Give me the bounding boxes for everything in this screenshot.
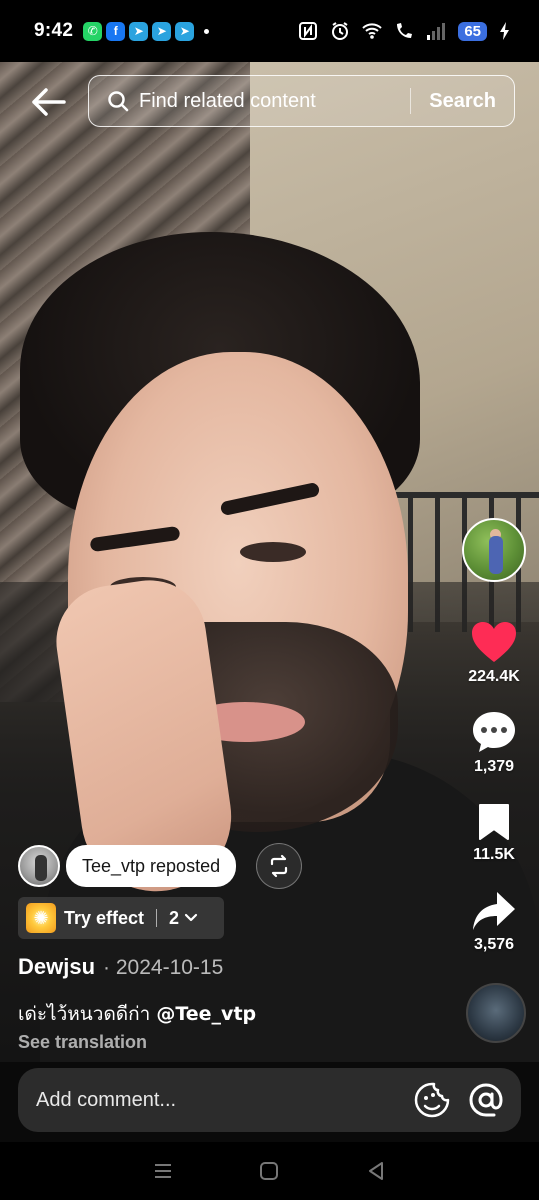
author-row: Dewjsu · 2024-10-15	[18, 954, 223, 980]
more-notifications-dot	[204, 28, 210, 34]
heart-icon	[472, 622, 516, 662]
try-effect-button[interactable]: ✺ Try effect 2	[18, 897, 224, 939]
comment-input-bar[interactable]: Add comment...	[18, 1068, 521, 1132]
share-arrow-icon	[473, 892, 515, 930]
comment-button[interactable]: 1,379	[462, 710, 526, 776]
post-date: · 2024-10-15	[103, 956, 224, 979]
like-button[interactable]: 224.4K	[462, 620, 526, 686]
mention-at-icon[interactable]	[467, 1081, 505, 1119]
telegram-icon: ➤	[175, 21, 195, 41]
nfc-icon	[299, 22, 318, 40]
share-button[interactable]: 3,576	[462, 890, 526, 954]
notification-icons: ✆ f ➤ ➤ ➤	[83, 21, 210, 41]
home-square-icon[interactable]	[258, 1160, 280, 1182]
wifi-icon	[362, 23, 383, 39]
caption: เด่ะไว้หนวดดีก่า @Tee_vtp	[18, 999, 256, 1029]
video-eye-right	[240, 542, 306, 562]
back-arrow-icon[interactable]	[28, 86, 68, 118]
search-input[interactable]: Find related content	[139, 90, 410, 113]
search-button[interactable]: Search	[411, 90, 514, 113]
music-disc[interactable]	[466, 983, 526, 1043]
like-count: 224.4K	[468, 668, 520, 685]
caption-text: เด่ะไว้หนวดดีก่า	[18, 1003, 157, 1025]
effect-label: Try effect	[64, 907, 145, 928]
emoji-icon[interactable]	[413, 1081, 451, 1119]
reposter-avatar[interactable]	[18, 845, 60, 887]
share-count: 3,576	[473, 936, 515, 953]
facebook-icon: f	[106, 21, 126, 41]
recents-menu-icon[interactable]	[152, 1160, 174, 1182]
comment-bubble-icon	[473, 712, 515, 752]
save-button[interactable]: 11.5K	[462, 802, 526, 864]
repost-icon	[270, 854, 288, 878]
repost-button[interactable]	[256, 843, 303, 889]
system-nav-bar	[0, 1142, 539, 1200]
comment-input[interactable]: Add comment...	[36, 1089, 413, 1112]
bookmark-icon	[479, 804, 509, 840]
battery-indicator: 65	[458, 21, 487, 41]
see-translation-link[interactable]: See translation	[18, 1032, 147, 1053]
creator-avatar[interactable]	[462, 518, 526, 582]
chevron-down-icon	[184, 913, 198, 922]
status-bar: 9:42 ✆ f ➤ ➤ ➤ 65	[0, 0, 539, 62]
comment-count: 1,379	[473, 758, 515, 775]
search-bar[interactable]: Find related content Search	[88, 75, 515, 127]
whatsapp-icon: ✆	[83, 21, 103, 41]
author-name[interactable]: Dewjsu	[18, 954, 95, 980]
effect-sparkle-icon: ✺	[26, 903, 56, 933]
search-icon	[108, 91, 129, 112]
telegram-icon: ➤	[152, 21, 172, 41]
caption-mention[interactable]: @Tee_vtp	[156, 1003, 256, 1025]
back-triangle-icon[interactable]	[365, 1160, 387, 1182]
repost-row: Tee_vtp reposted	[18, 843, 303, 889]
avatar-figure-body	[489, 536, 503, 574]
charging-icon	[500, 22, 509, 40]
wifi-calling-icon	[397, 23, 413, 38]
effect-count: 2	[169, 907, 180, 928]
telegram-icon: ➤	[129, 21, 149, 41]
alarm-icon	[332, 22, 349, 40]
status-time: 9:42	[34, 20, 74, 41]
save-count: 11.5K	[473, 846, 515, 863]
effect-divider	[156, 909, 158, 927]
repost-label[interactable]: Tee_vtp reposted	[66, 845, 237, 887]
signal-icon	[427, 23, 446, 40]
